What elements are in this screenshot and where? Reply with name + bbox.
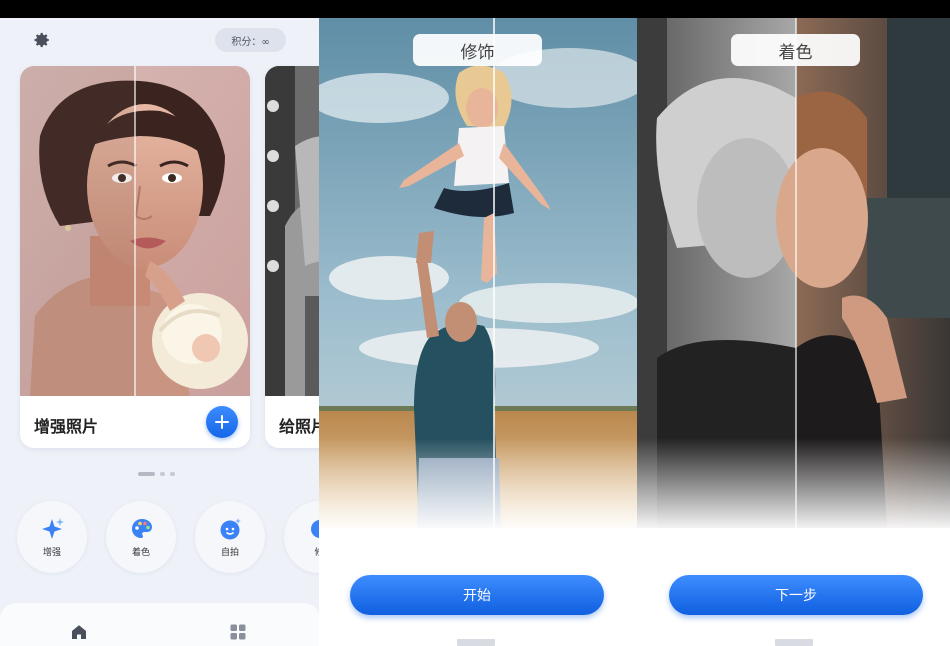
page-indicator xyxy=(138,472,175,476)
palette-icon xyxy=(130,517,154,541)
page-dot xyxy=(138,472,155,476)
card-title: 给照片 xyxy=(279,417,320,436)
tool-colorize-button[interactable]: 着色 xyxy=(106,501,176,573)
tool-label: 修 xyxy=(314,548,320,558)
colorize-preview-image xyxy=(265,66,320,396)
card-title: 增强照片 xyxy=(34,417,99,436)
feature-tag: 修饰 xyxy=(413,34,542,66)
points-badge[interactable]: 积分：∞ xyxy=(215,28,286,52)
colorize-photo-card[interactable]: 给照片 xyxy=(265,66,320,448)
sparkle-icon xyxy=(41,517,65,541)
page-dot xyxy=(160,472,165,476)
bottom-navigation xyxy=(0,603,320,646)
portrait-before-after-image xyxy=(20,66,250,396)
cropped-text xyxy=(775,639,813,646)
status-bar xyxy=(0,0,950,18)
start-button[interactable]: 开始 xyxy=(350,575,604,615)
tool-enhance-button[interactable]: 增强 xyxy=(17,501,87,573)
tool-retouch-button[interactable]: 修 xyxy=(284,501,320,573)
page-dot xyxy=(170,472,175,476)
image-fade xyxy=(637,438,950,533)
home-screen: 积分：∞ 增强照片 给照片 增强 着色 自拍 修 xyxy=(0,18,320,646)
home-icon[interactable] xyxy=(71,624,87,640)
settings-gear-icon[interactable] xyxy=(31,30,51,50)
enhance-photo-card[interactable]: 增强照片 xyxy=(20,66,250,448)
apps-grid-icon[interactable] xyxy=(230,624,246,640)
next-step-button[interactable]: 下一步 xyxy=(669,575,923,615)
tool-label: 增强 xyxy=(42,548,61,558)
onboarding-retouch-screen: 修饰 开始 xyxy=(319,18,637,646)
onboarding-colorize-screen: 着色 下一步 xyxy=(637,18,950,646)
tool-label: 着色 xyxy=(131,548,150,558)
add-photo-button[interactable] xyxy=(206,406,238,438)
tool-label: 自拍 xyxy=(220,548,239,558)
cropped-text xyxy=(457,639,495,646)
tool-selfie-button[interactable]: 自拍 xyxy=(195,501,265,573)
feature-tag: 着色 xyxy=(731,34,860,66)
face-icon xyxy=(219,517,243,541)
image-fade xyxy=(319,438,637,533)
